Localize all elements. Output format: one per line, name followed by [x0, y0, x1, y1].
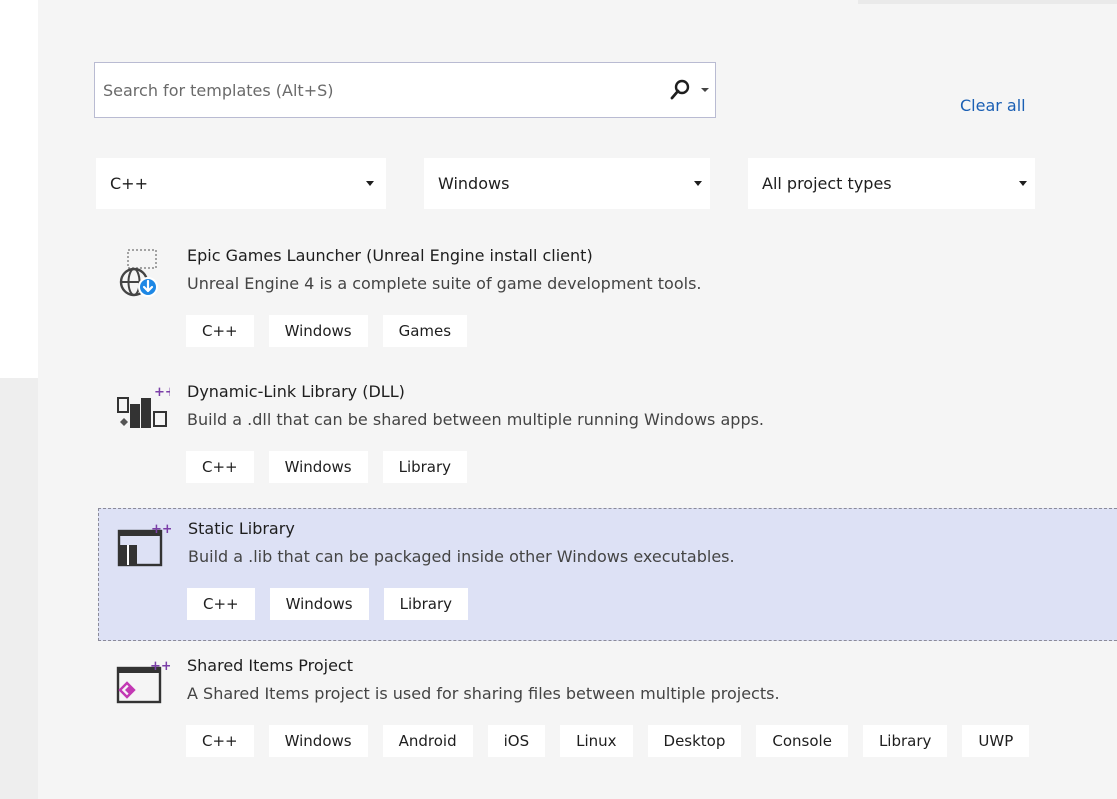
search-icon[interactable] [668, 78, 692, 102]
project-type-filter-dropdown[interactable]: All project types [748, 158, 1035, 209]
tag: Console [756, 725, 848, 757]
tag: Windows [268, 315, 368, 347]
template-title: Epic Games Launcher (Unreal Engine insta… [187, 246, 593, 265]
template-description: Unreal Engine 4 is a complete suite of g… [187, 274, 702, 293]
template-tags: C++ Windows Library [186, 451, 468, 483]
tag: iOS [487, 725, 546, 757]
tag: C++ [186, 315, 254, 347]
tag: C++ [186, 451, 254, 483]
tag: Linux [560, 725, 633, 757]
language-filter-value: C++ [110, 174, 148, 193]
template-item-shared-items-project[interactable]: ++ Shared Items Project A Shared Items p… [98, 646, 1117, 799]
template-description: A Shared Items project is used for shari… [187, 684, 780, 703]
svg-text:++: ++ [154, 385, 170, 400]
chevron-down-icon [694, 181, 702, 186]
template-search-input[interactable] [103, 63, 663, 117]
tag: Desktop [647, 725, 742, 757]
chevron-down-icon [1019, 181, 1027, 186]
template-tags: C++ Windows Games [186, 315, 468, 347]
tag: Windows [268, 725, 368, 757]
tag: C++ [186, 725, 254, 757]
static-library-icon: ++ [117, 522, 171, 567]
clear-all-link[interactable]: Clear all [960, 96, 1026, 115]
template-title: Static Library [188, 519, 295, 538]
tag: Windows [268, 451, 368, 483]
template-item-dll[interactable]: ++ Dynamic-Link Library (DLL) Build a .d… [98, 372, 1117, 500]
dll-library-icon: ++ [117, 385, 170, 428]
chevron-down-icon [366, 181, 374, 186]
search-options-chevron-icon[interactable] [701, 87, 709, 93]
template-search-box[interactable] [94, 62, 716, 118]
platform-filter-dropdown[interactable]: Windows [424, 158, 710, 209]
shared-items-icon: ++ [116, 659, 170, 704]
tag: C++ [187, 588, 255, 620]
template-description: Build a .lib that can be packaged inside… [188, 547, 735, 566]
project-type-filter-value: All project types [762, 174, 892, 193]
template-item-static-library[interactable]: ++ Static Library Build a .lib that can … [98, 508, 1117, 641]
tag: Library [382, 451, 468, 483]
template-title: Shared Items Project [187, 656, 353, 675]
tag: Library [862, 725, 948, 757]
top-edge-strip [858, 0, 1117, 4]
template-item-epic-games-launcher[interactable]: Epic Games Launcher (Unreal Engine insta… [98, 236, 1117, 364]
tag: UWP [962, 725, 1030, 757]
tag: Library [383, 588, 469, 620]
tag: Games [382, 315, 468, 347]
globe-download-icon [119, 249, 158, 297]
svg-text:++: ++ [151, 522, 171, 537]
template-title: Dynamic-Link Library (DLL) [187, 382, 405, 401]
tag: Android [382, 725, 473, 757]
platform-filter-value: Windows [438, 174, 510, 193]
template-description: Build a .dll that can be shared between … [187, 410, 765, 429]
left-panel-lower [0, 378, 38, 799]
template-tags: C++ Windows Library [187, 588, 469, 620]
svg-text:++: ++ [150, 659, 170, 674]
tag: Windows [269, 588, 369, 620]
language-filter-dropdown[interactable]: C++ [96, 158, 386, 209]
template-tags: C++ Windows Android iOS Linux Desktop Co… [186, 725, 1030, 757]
